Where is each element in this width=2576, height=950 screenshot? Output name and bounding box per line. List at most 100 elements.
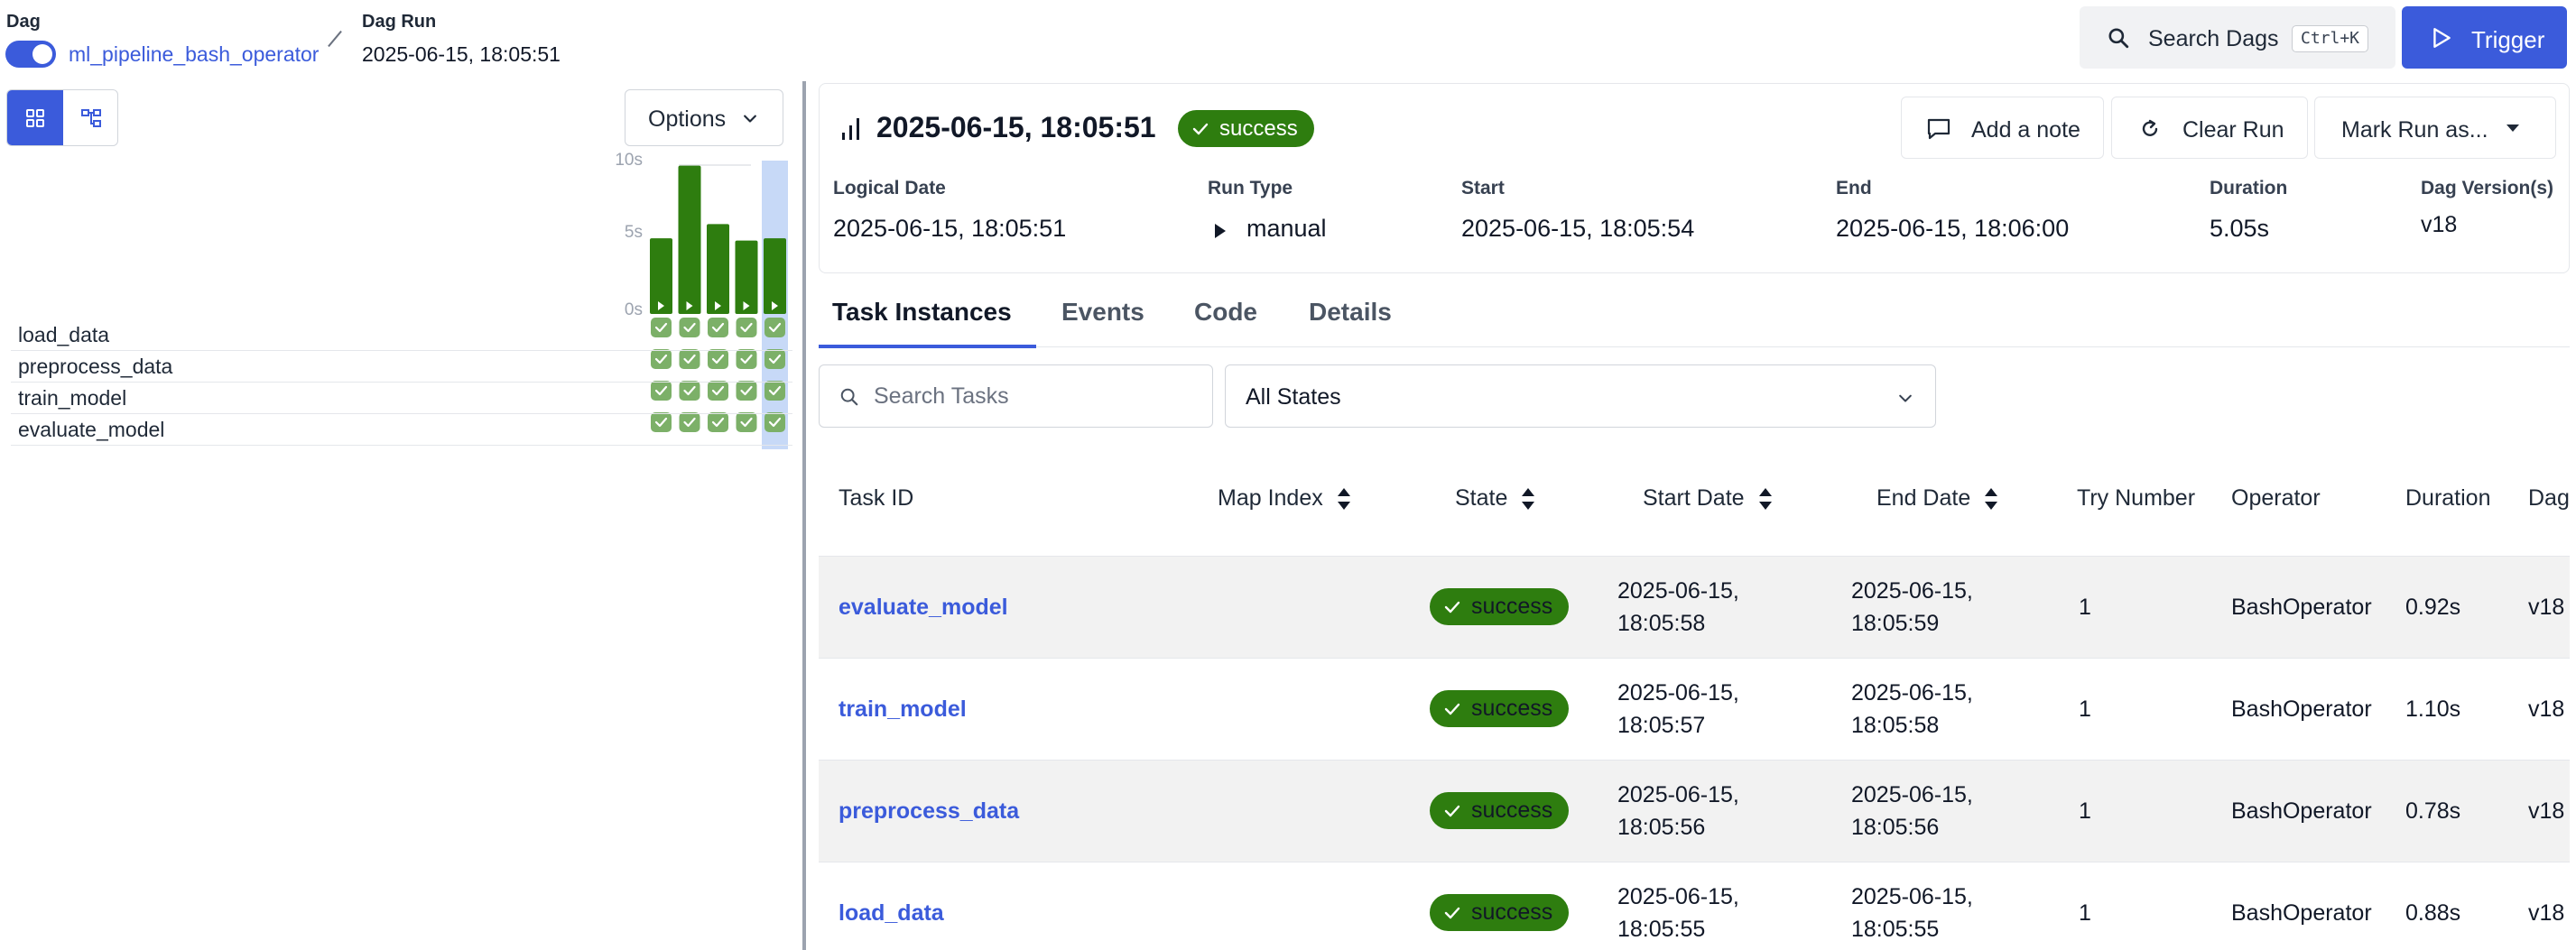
- duration-cell: 0.78s: [2405, 798, 2461, 824]
- meta-value-end: 2025-06-15, 18:06:00: [1836, 215, 2070, 242]
- end-date-cell: 2025-06-15, 18:05:59: [1851, 575, 1973, 640]
- column-header-state[interactable]: State: [1455, 485, 1536, 512]
- column-header-task-id[interactable]: Task ID: [839, 485, 913, 512]
- column-header-end-date[interactable]: End Date: [1876, 485, 1999, 512]
- column-header-dag[interactable]: Dag: [2528, 485, 2570, 512]
- start-date-cell: 2025-06-15, 18:05:58: [1617, 575, 1739, 640]
- run-duration-bar[interactable]: [707, 224, 729, 314]
- column-header-label: Start Date: [1643, 485, 1745, 511]
- try-number-cell: 1: [2079, 595, 2091, 620]
- task-state-text: success: [1471, 899, 1553, 925]
- start-date-cell: 2025-06-15, 18:05:55: [1617, 881, 1739, 945]
- trigger-button[interactable]: Trigger: [2402, 6, 2567, 69]
- run-tabs: Task Instances Events Code Details: [819, 280, 2570, 348]
- state-filter-select[interactable]: All States: [1225, 364, 1936, 428]
- run-state-badge: success: [1178, 110, 1314, 147]
- task-state-text: success: [1471, 594, 1553, 619]
- grid-task-name: load_data: [18, 323, 110, 346]
- run-duration-bar[interactable]: [650, 238, 672, 314]
- table-row: train_model success 2025-06-15, 18:05:57 …: [819, 658, 2570, 760]
- task-state-badge: success: [1430, 792, 1570, 829]
- operator-cell: BashOperator: [2231, 595, 2372, 620]
- comment-icon: [1927, 118, 1951, 140]
- end-date: 2025-06-15,: [1851, 578, 1973, 604]
- try-number-cell: 1: [2079, 696, 2091, 722]
- clear-run-button[interactable]: Clear Run: [2111, 97, 2308, 159]
- grid-task-row[interactable]: train_model: [11, 383, 792, 414]
- mark-run-label: Mark Run as...: [2341, 117, 2488, 143]
- table-row: load_data success 2025-06-15, 18:05:55 20…: [819, 862, 2570, 950]
- caret-down-icon: [2507, 125, 2519, 132]
- bar-chart-icon: [839, 115, 863, 142]
- task-state-badge: success: [1430, 690, 1570, 727]
- grid-task-name: train_model: [18, 386, 127, 410]
- grid-task-row[interactable]: preprocess_data: [11, 351, 792, 383]
- tab-task-instances[interactable]: Task Instances: [832, 298, 1012, 327]
- column-header-operator[interactable]: Operator: [2231, 485, 2321, 512]
- search-tasks-input[interactable]: [874, 378, 1199, 414]
- duration-cell: 0.92s: [2405, 595, 2461, 620]
- meta-label-end: End: [1836, 178, 1872, 198]
- meta-label-duration: Duration: [2210, 178, 2288, 198]
- grid-task-row[interactable]: evaluate_model: [11, 414, 792, 446]
- column-header-duration[interactable]: Duration: [2405, 485, 2491, 512]
- check-icon: [1444, 907, 1460, 919]
- meta-value-duration: 5.05s: [2210, 215, 2270, 242]
- duration-cell: 1.10s: [2405, 696, 2461, 722]
- task-id-link[interactable]: train_model: [839, 696, 967, 723]
- grid-task-row[interactable]: load_data: [11, 319, 792, 351]
- run-duration-bar[interactable]: [764, 238, 786, 314]
- breadcrumb-separator: [328, 30, 342, 48]
- run-duration-bar[interactable]: [678, 165, 701, 314]
- column-header-start-date[interactable]: Start Date: [1643, 485, 1774, 512]
- task-state-text: success: [1471, 696, 1553, 721]
- end-date: 2025-06-15,: [1851, 884, 1973, 909]
- mark-run-as-button[interactable]: Mark Run as...: [2314, 97, 2556, 159]
- column-header-try-number[interactable]: Try Number: [2077, 485, 2195, 512]
- dag-pause-toggle[interactable]: [5, 41, 56, 68]
- check-icon: [1192, 123, 1209, 135]
- table-row: preprocess_data success 2025-06-15, 18:05…: [819, 760, 2570, 862]
- end-time: 18:05:59: [1851, 611, 1940, 636]
- meta-label-logical-date: Logical Date: [833, 178, 946, 198]
- grid-task-name: preprocess_data: [18, 355, 173, 378]
- task-state-badge: success: [1430, 894, 1570, 931]
- play-icon: [2430, 26, 2453, 50]
- refresh-icon: [2142, 119, 2158, 136]
- breadcrumb-dag-label: Dag: [6, 12, 41, 32]
- column-header-map-index[interactable]: Map Index: [1218, 485, 1352, 512]
- dag-version-cell: v18: [2528, 798, 2565, 824]
- task-state-text: success: [1471, 798, 1553, 823]
- start-date: 2025-06-15,: [1617, 578, 1739, 604]
- tab-events[interactable]: Events: [1061, 298, 1144, 327]
- sort-icon: [1758, 488, 1772, 511]
- chevron-down-icon: [1899, 394, 1912, 402]
- meta-value-logical-date: 2025-06-15, 18:05:51: [833, 215, 1067, 242]
- trigger-label: Trigger: [2471, 26, 2545, 53]
- play-icon: [1213, 223, 1228, 239]
- operator-cell: BashOperator: [2231, 900, 2372, 926]
- meta-label-start: Start: [1461, 178, 1505, 198]
- run-duration-bar[interactable]: [735, 240, 758, 314]
- pane-resize-handle[interactable]: [802, 81, 806, 950]
- end-date-cell: 2025-06-15, 18:05:58: [1851, 677, 1973, 742]
- dag-version-cell: v18: [2528, 900, 2565, 926]
- start-date-cell: 2025-06-15, 18:05:57: [1617, 677, 1739, 742]
- sort-icon: [1985, 488, 1998, 511]
- sort-icon: [1522, 488, 1535, 511]
- tab-details[interactable]: Details: [1309, 298, 1392, 327]
- clear-run-label: Clear Run: [2182, 117, 2284, 143]
- search-dags-button[interactable]: Search Dags Ctrl+K: [2080, 6, 2395, 69]
- toggle-knob: [32, 44, 52, 64]
- tab-code[interactable]: Code: [1194, 298, 1257, 327]
- meta-value-start: 2025-06-15, 18:05:54: [1461, 215, 1695, 242]
- breadcrumb-dag-link[interactable]: ml_pipeline_bash_operator: [69, 41, 319, 68]
- task-id-link[interactable]: evaluate_model: [839, 595, 1008, 621]
- task-id-link[interactable]: load_data: [839, 900, 944, 927]
- meta-value-run-type: manual: [1246, 215, 1327, 242]
- try-number-cell: 1: [2079, 900, 2091, 926]
- add-note-button[interactable]: Add a note: [1901, 97, 2104, 159]
- operator-cell: BashOperator: [2231, 696, 2372, 722]
- task-id-link[interactable]: preprocess_data: [839, 798, 1019, 825]
- sort-icon: [1337, 488, 1350, 511]
